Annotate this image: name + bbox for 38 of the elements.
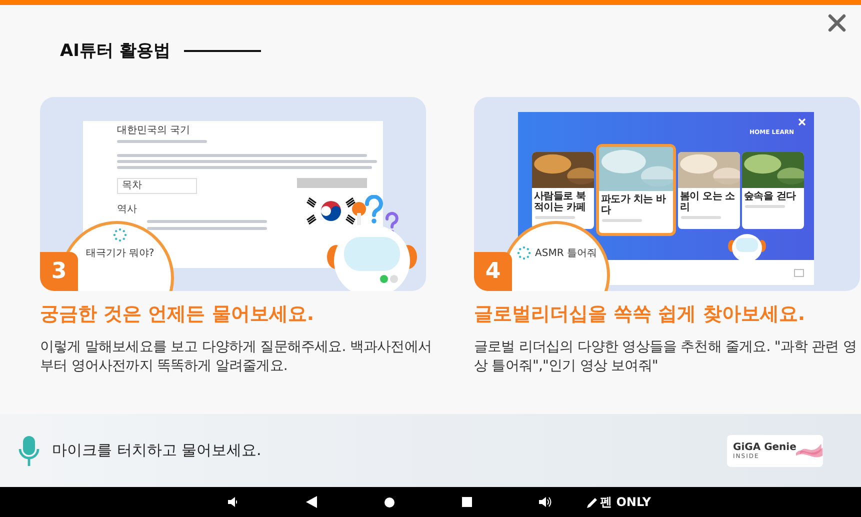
video-tile[interactable]: 사람들로 북적이는 카페 xyxy=(532,152,594,228)
home-icon[interactable] xyxy=(384,496,394,508)
video-title: 봄이 오는 소리 xyxy=(679,190,736,212)
loading-icon xyxy=(517,246,531,260)
text-line xyxy=(535,216,575,218)
loading-icon xyxy=(113,228,127,242)
video-tile[interactable]: 숲속을 걷다 xyxy=(742,152,804,228)
volume-down-icon[interactable] xyxy=(228,496,238,508)
volume-up-icon[interactable] xyxy=(538,496,552,508)
text-line xyxy=(745,204,785,208)
video-title: 숲속을 걷다 xyxy=(743,190,797,202)
card-description: 이렇게 말해보세요를 보고 다양하게 질문해주세요. 백과사전에서 부터 영어사전까지 똑똑하게 알려줄게요. xyxy=(40,338,432,376)
step-number: 4 xyxy=(474,252,512,291)
close-icon[interactable] xyxy=(828,14,846,32)
video-tile[interactable]: 파도가 치는 바다 xyxy=(596,144,676,236)
video-title: 사람들로 북적이는 카페 xyxy=(533,190,587,212)
back-icon[interactable] xyxy=(306,496,316,508)
voice-query: 태극기가 뭐야? xyxy=(86,247,154,260)
section-heading: 역사 xyxy=(117,203,138,216)
brand-name: GiGA Genie xyxy=(733,442,796,452)
toc-dropdown[interactable]: 목차 xyxy=(117,178,197,194)
close-icon xyxy=(798,118,806,126)
article-title: 대한민국의 국기 xyxy=(117,125,192,137)
pen-icon[interactable] xyxy=(587,496,598,508)
voice-hint: 마이크를 터치하고 물어보세요. xyxy=(52,441,262,460)
text-line xyxy=(602,219,642,222)
infobox-header xyxy=(297,178,367,188)
pen-mode-label[interactable]: 펜 ONLY xyxy=(600,494,651,510)
card-heading: 궁금한 것은 언제든 물어보세요. xyxy=(40,302,316,327)
text-line xyxy=(681,216,721,218)
voice-query: ASMR 틀어줘 xyxy=(535,247,597,260)
video-title: 파도가 치는 바다 xyxy=(600,194,667,216)
keyboard-icon xyxy=(794,269,804,277)
step-number: 3 xyxy=(40,252,78,291)
video-tile[interactable]: 봄이 오는 소리 xyxy=(678,152,740,228)
card-heading: 글로벌리더십을 쏙쏙 쉽게 찾아보세요. xyxy=(474,302,806,327)
page-title: AI튜터 활용법 xyxy=(60,40,170,62)
card-description: 글로벌 리더십의 다양한 영상들을 추천해 줄게요. "과학 관련 영상 틀어줘","인기 영상 보여줘" xyxy=(474,338,858,376)
